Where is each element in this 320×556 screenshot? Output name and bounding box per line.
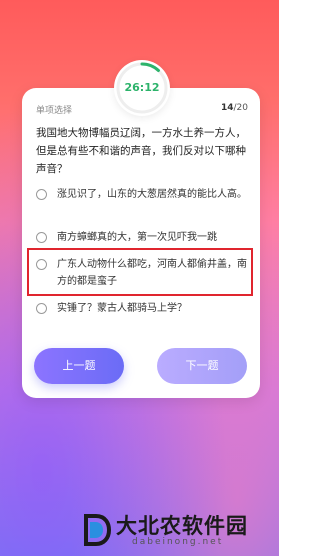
- question-counter: 14/20: [210, 103, 248, 113]
- site-watermark: 大北农软件园 dabeinong.net: [82, 510, 277, 554]
- countdown-timer: 26:12: [114, 60, 170, 116]
- option-label: 涨见识了，山东的大葱居然真的能比人高。: [57, 189, 247, 200]
- option-label: 实锤了？蒙古人都骑马上学？: [57, 303, 187, 314]
- question-text: 我国地大物博幅员辽阔，一方水土养一方人，但是总有些不和谐的声音，我们反对以下哪种…: [36, 127, 246, 175]
- next-question-button[interactable]: 下一题: [157, 348, 247, 384]
- prev-question-button[interactable]: 上一题: [34, 348, 124, 384]
- option-label: 南方蟑螂真的大，第一次见吓我一跳: [57, 232, 217, 243]
- timer-text: 26:12: [124, 81, 160, 94]
- option-a[interactable]: 涨见识了，山东的大葱居然真的能比人高。: [36, 186, 250, 203]
- watermark-url: dabeinong.net: [132, 537, 224, 547]
- question-current: 14: [220, 103, 234, 113]
- question-type-label: 单项选择: [36, 106, 73, 116]
- site-logo-icon: [84, 514, 112, 546]
- highlight-annotation-box: [27, 248, 253, 296]
- radio-circle-icon[interactable]: [36, 303, 47, 314]
- question-total: /20: [233, 103, 248, 113]
- radio-circle-icon[interactable]: [36, 232, 47, 243]
- option-b[interactable]: 南方蟑螂真的大，第一次见吓我一跳: [36, 229, 250, 246]
- radio-circle-icon[interactable]: [36, 189, 47, 200]
- option-d[interactable]: 实锤了？蒙古人都骑马上学？: [36, 300, 250, 317]
- watermark-title: 大北农软件园: [116, 514, 248, 538]
